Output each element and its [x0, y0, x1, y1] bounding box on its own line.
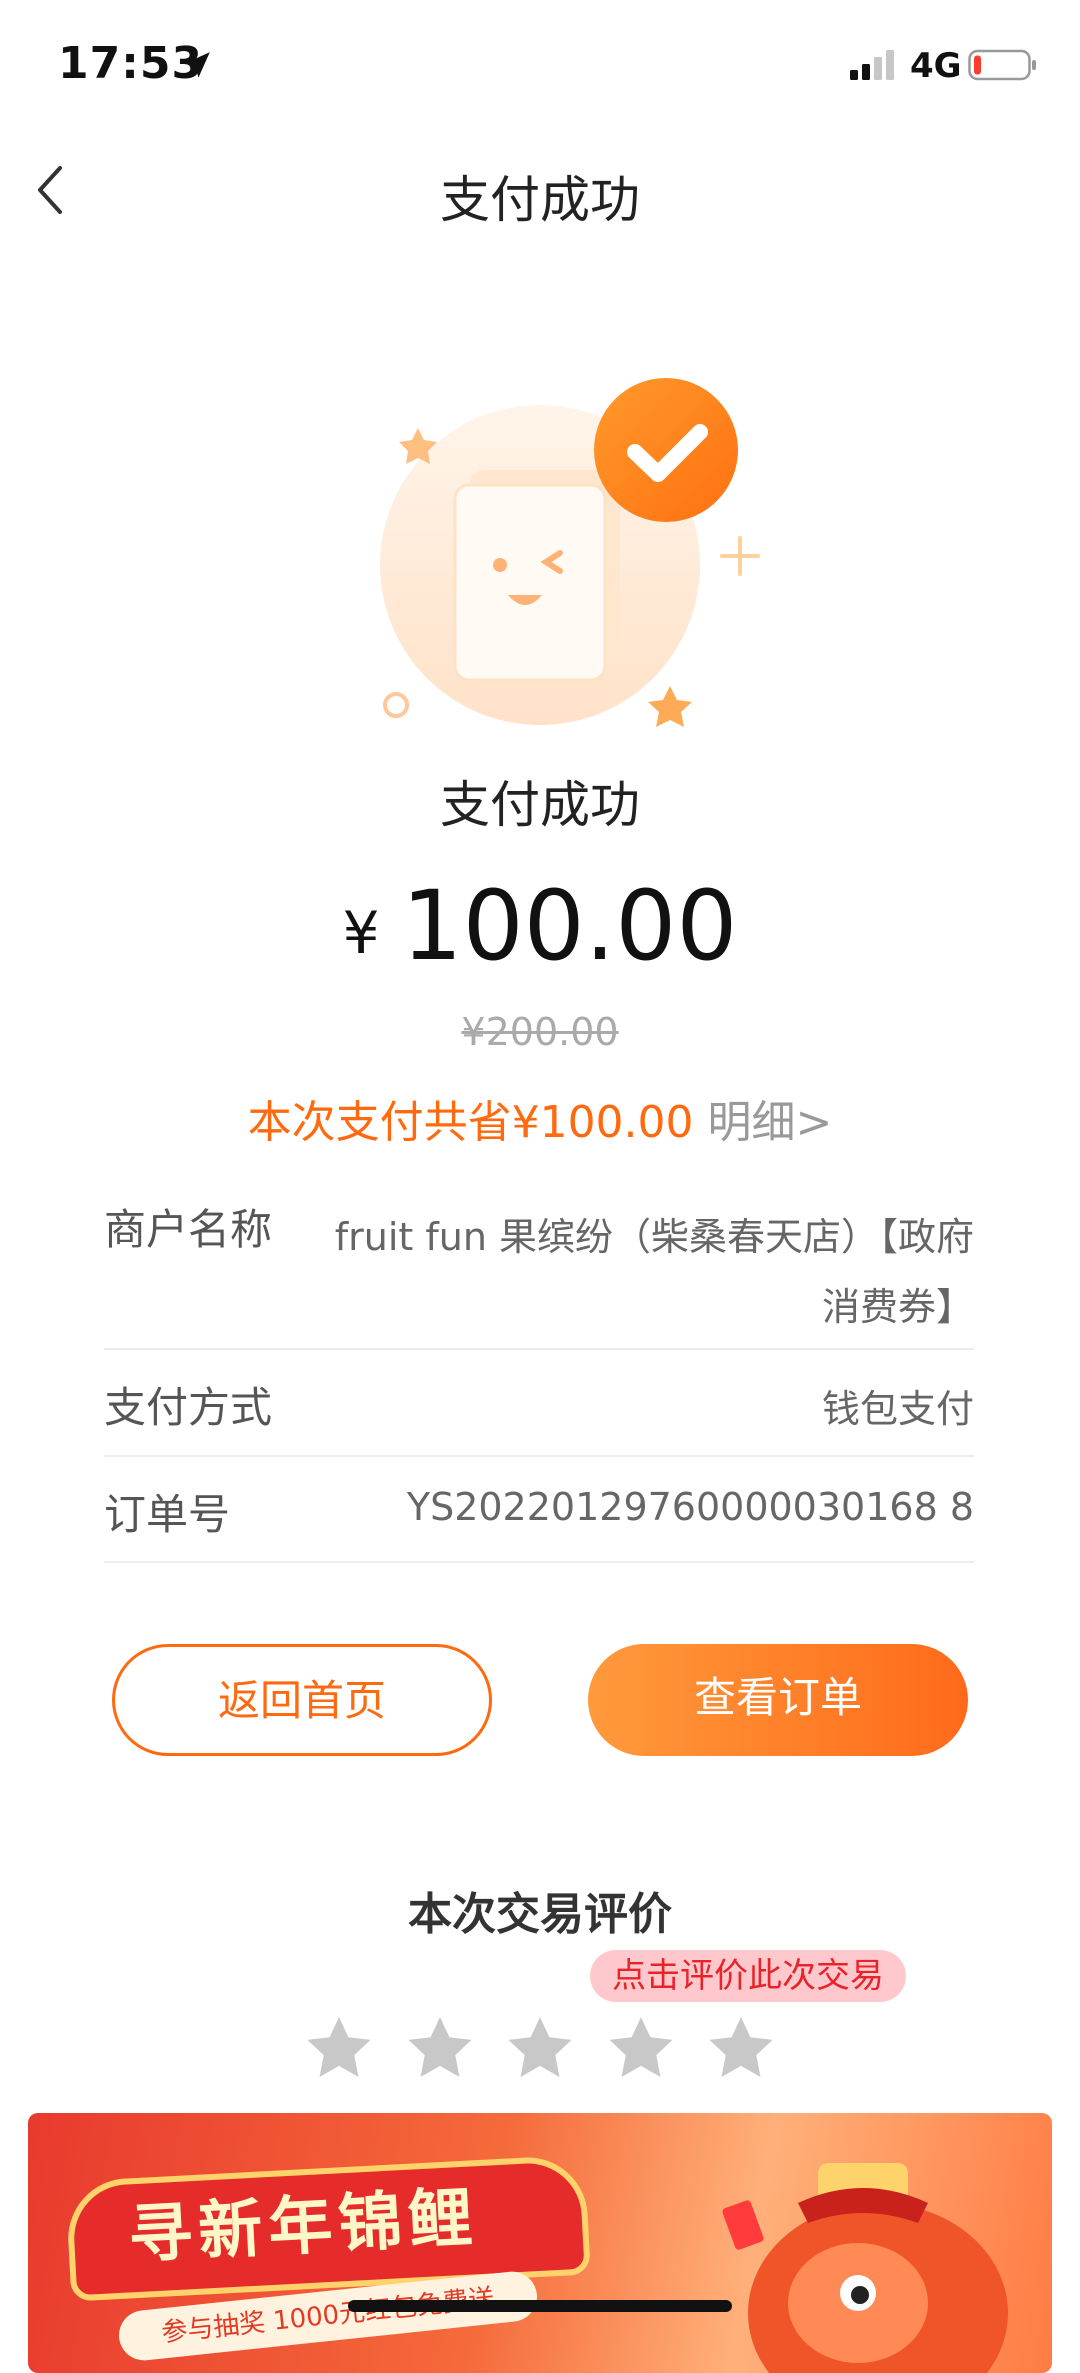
paid-amount: ¥100.00 [0, 870, 1080, 982]
cellular-signal-icon [850, 50, 894, 80]
rating-stars [300, 2010, 780, 2090]
rating-tip-badge: 点击评价此次交易 [590, 1950, 906, 2002]
star-icon[interactable] [401, 2010, 479, 2088]
divider [104, 1561, 974, 1563]
order-number-value: YS20220129760000030168 8 [406, 1485, 974, 1529]
payment-method-value: 钱包支付 [821, 1387, 974, 1431]
original-price: ¥200.00 [461, 1010, 619, 1054]
saving-text: 本次支付共省¥100.00 [247, 1097, 694, 1148]
star-icon[interactable] [501, 2010, 579, 2088]
view-order-button[interactable]: 查看订单 [588, 1644, 968, 1756]
payment-success-illustration [380, 378, 760, 727]
home-indicator [348, 2300, 732, 2312]
page-title: 支付成功 [440, 171, 640, 229]
location-arrow-icon [184, 52, 210, 78]
star-icon[interactable] [702, 2010, 780, 2088]
result-title: 支付成功 [440, 776, 640, 834]
divider [104, 1348, 974, 1350]
star-icon[interactable] [300, 2010, 378, 2088]
banner-title: 寻新年锦鲤 [126, 2180, 481, 2274]
rating-title: 本次交易评价 [408, 1889, 672, 1940]
battery-icon [968, 49, 1036, 81]
order-number-label: 订单号 [104, 1490, 231, 1539]
back-home-button[interactable]: 返回首页 [112, 1644, 492, 1756]
network-type: 4G [910, 46, 962, 86]
merchant-row: 商户名称 fruit fun 果缤纷（柴桑春天店）【政府消费券】 [104, 1196, 974, 1336]
star-icon[interactable] [602, 2010, 680, 2088]
payment-method-label: 支付方式 [104, 1383, 273, 1432]
status-bar: 17:53 4G [0, 0, 1080, 130]
promo-banner[interactable]: 寻新年锦鲤 参与抽奖 1000元红包免费送 [28, 2113, 1052, 2373]
order-number-row: 订单号 YS20220129760000030168 8 [104, 1481, 974, 1541]
amount-value: 100.00 [401, 870, 738, 982]
merchant-label: 商户名称 [104, 1205, 273, 1254]
merchant-value: fruit fun 果缤纷（柴桑春天店）【政府消费券】 [334, 1215, 974, 1329]
divider [104, 1455, 974, 1457]
currency-symbol: ¥ [342, 899, 380, 967]
saving-line: 本次支付共省¥100.00 明细> [0, 1086, 1080, 1150]
detail-link[interactable]: 明细> [708, 1097, 833, 1148]
payment-method-row: 支付方式 钱包支付 [104, 1374, 974, 1434]
